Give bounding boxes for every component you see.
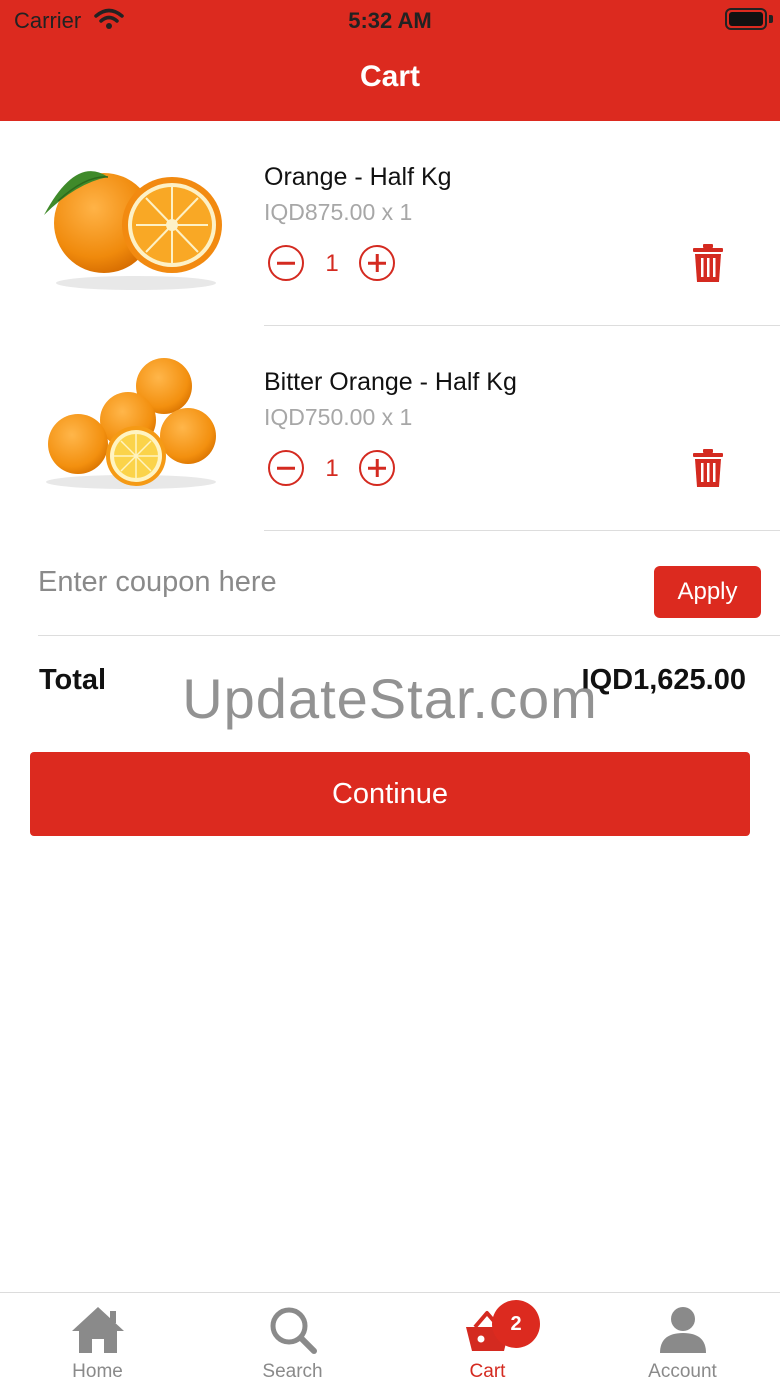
- continue-button[interactable]: Continue: [30, 752, 750, 836]
- battery-cap: [769, 15, 773, 23]
- tab-label: Cart: [469, 1361, 506, 1382]
- tab-home[interactable]: Home: [0, 1293, 195, 1387]
- account-icon: [659, 1307, 706, 1353]
- tab-label: Home: [72, 1361, 123, 1382]
- tab-bar: Home Search Cart Account: [0, 1292, 780, 1387]
- tab-cart[interactable]: Cart: [390, 1293, 585, 1387]
- quantity-value: 1: [325, 455, 339, 482]
- increase-quantity-button[interactable]: [359, 245, 395, 281]
- decrease-quantity-button[interactable]: [268, 450, 304, 486]
- divider: [38, 635, 780, 636]
- battery-icon: [725, 8, 767, 30]
- item-name: Bitter Orange - Half Kg: [264, 368, 517, 396]
- item-price: IQD875.00 x 1: [264, 199, 413, 225]
- page-title: Cart: [359, 60, 420, 93]
- home-icon: [71, 1307, 124, 1353]
- tab-label: Account: [648, 1361, 717, 1382]
- cart-item: Orange - Half Kg IQD875.00 x 1 1: [0, 121, 780, 326]
- item-name: Orange - Half Kg: [264, 163, 452, 191]
- status-time: 5:32 AM: [348, 8, 432, 33]
- bitter-orange-image: [46, 358, 216, 489]
- trash-icon[interactable]: [692, 449, 724, 487]
- decrease-quantity-button[interactable]: [268, 245, 304, 281]
- increase-quantity-button[interactable]: [359, 450, 395, 486]
- orange-image: [44, 171, 222, 290]
- cart-badge: 2: [492, 1300, 540, 1348]
- apply-coupon-button[interactable]: Apply: [654, 566, 761, 618]
- tab-label: Search: [262, 1361, 323, 1382]
- cart-item: Bitter Orange - Half Kg IQD750.00 x 1 1: [0, 326, 780, 531]
- coupon-input[interactable]: Enter coupon here: [38, 566, 277, 599]
- watermark: UpdateStar.com: [182, 667, 598, 730]
- divider: [264, 530, 780, 531]
- item-price: IQD750.00 x 1: [264, 404, 413, 430]
- tab-search[interactable]: Search: [195, 1293, 390, 1387]
- quantity-value: 1: [325, 250, 339, 277]
- header: Carrier 5:32 AM Cart: [0, 0, 780, 121]
- tab-account[interactable]: Account: [585, 1293, 780, 1387]
- trash-icon[interactable]: [692, 244, 724, 282]
- search-icon: [270, 1307, 317, 1354]
